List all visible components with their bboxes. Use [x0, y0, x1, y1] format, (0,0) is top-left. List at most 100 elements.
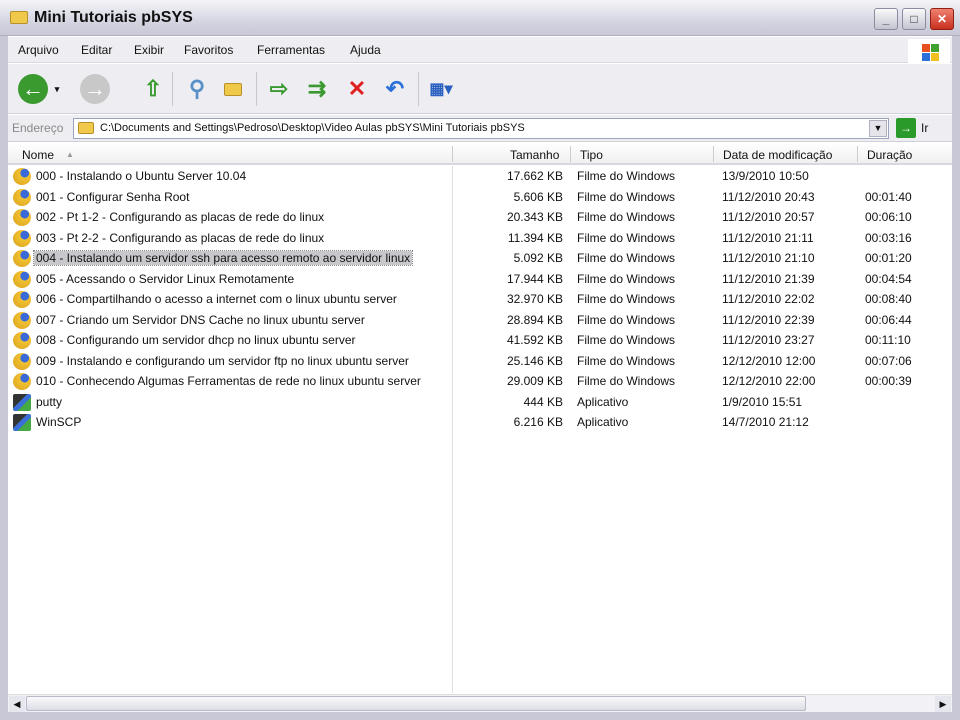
file-type: Aplicativo	[577, 415, 629, 429]
video-file-icon	[13, 168, 31, 185]
minimize-button[interactable]: _	[874, 8, 898, 30]
file-type: Filme do Windows	[577, 333, 676, 347]
file-duration: 00:07:06	[865, 353, 912, 368]
file-type: Filme do Windows	[577, 353, 676, 368]
file-row[interactable]: 010 - Conhecendo Algumas Ferramentas de …	[10, 371, 952, 391]
file-row[interactable]: 002 - Pt 1-2 - Configurando as placas de…	[10, 207, 952, 227]
file-row[interactable]: 009 - Instalando e configurando um servi…	[10, 351, 952, 371]
file-size: 444 KB	[523, 394, 563, 409]
menu-ajuda[interactable]: Ajuda	[350, 43, 381, 57]
file-duration: 00:00:39	[865, 374, 912, 388]
scroll-left-button[interactable]: ◀	[9, 696, 25, 712]
back-dropdown-icon[interactable]: ▾	[50, 74, 64, 104]
windows-logo-icon	[908, 39, 950, 65]
file-row[interactable]: WinSCP 6.216 KB Aplicativo 14/7/2010 21:…	[10, 412, 952, 432]
sort-ascending-icon: ▲	[66, 150, 74, 159]
video-file-icon	[13, 373, 31, 390]
forward-button[interactable]: →	[80, 74, 110, 104]
file-name: 006 - Compartilhando o acesso a internet…	[36, 292, 397, 306]
file-duration: 00:06:10	[865, 210, 912, 224]
video-file-icon	[13, 332, 31, 349]
file-name: WinSCP	[36, 415, 82, 429]
address-dropdown-button[interactable]: ▼	[869, 120, 887, 137]
menu-bar: Arquivo Editar Exibir Favoritos Ferramen…	[0, 37, 960, 63]
file-date: 11/12/2010 22:39	[722, 312, 815, 327]
file-name: 000 - Instalando o Ubuntu Server 10.04	[36, 169, 247, 183]
address-path: C:\Documents and Settings\Pedroso\Deskto…	[100, 122, 525, 134]
file-name: 002 - Pt 1-2 - Configurando as placas de…	[36, 210, 325, 224]
file-date: 11/12/2010 22:02	[722, 292, 815, 306]
column-type[interactable]: Tipo	[580, 148, 603, 162]
file-type: Filme do Windows	[577, 312, 676, 327]
go-arrow-icon[interactable]: →	[896, 118, 916, 138]
folders-button[interactable]	[218, 74, 248, 104]
go-button[interactable]: Ir	[921, 121, 928, 135]
delete-button[interactable]: ✕	[342, 74, 372, 104]
maximize-button[interactable]: □	[902, 8, 926, 30]
video-file-icon	[13, 311, 31, 329]
file-date: 13/9/2010 10:50	[722, 169, 809, 183]
video-file-icon	[13, 209, 31, 226]
toolbar: ← ▾ → ⇧ ⚲ ⇨ ⇉ ✕ ↶ ▦▾	[0, 64, 960, 114]
file-duration: 00:03:16	[865, 230, 912, 245]
file-name: 003 - Pt 2-2 - Configurando as placas de…	[36, 230, 325, 245]
address-bar: Endereço C:\Documents and Settings\Pedro…	[0, 115, 960, 142]
copy-to-button[interactable]: ⇉	[302, 74, 332, 104]
file-row[interactable]: 003 - Pt 2-2 - Configurando as placas de…	[10, 228, 952, 248]
menu-arquivo[interactable]: Arquivo	[18, 43, 59, 57]
address-input[interactable]: C:\Documents and Settings\Pedroso\Deskto…	[73, 118, 889, 139]
file-size: 25.146 KB	[506, 353, 563, 368]
file-name: putty	[36, 394, 63, 409]
column-duration[interactable]: Duração	[867, 148, 912, 162]
menu-ferramentas[interactable]: Ferramentas	[257, 43, 325, 57]
file-date: 14/7/2010 21:12	[722, 415, 809, 429]
column-date[interactable]: Data de modificação	[723, 148, 832, 162]
file-date: 11/12/2010 23:27	[722, 333, 815, 347]
file-row[interactable]: 000 - Instalando o Ubuntu Server 10.04 1…	[10, 166, 952, 186]
back-button[interactable]: ←	[18, 74, 48, 104]
application-icon	[13, 393, 31, 411]
close-button[interactable]: ✕	[930, 8, 954, 30]
window-title: Mini Tutoriais pbSYS	[34, 9, 193, 26]
scroll-right-button[interactable]: ▶	[935, 696, 951, 712]
column-size[interactable]: Tamanho	[510, 148, 559, 162]
file-type: Filme do Windows	[577, 374, 676, 388]
file-name: 001 - Configurar Senha Root	[36, 189, 190, 204]
video-file-icon	[13, 229, 31, 247]
undo-button[interactable]: ↶	[380, 74, 410, 104]
search-button[interactable]: ⚲	[182, 74, 212, 104]
file-type: Filme do Windows	[577, 210, 676, 224]
horizontal-scrollbar[interactable]: ◀ ▶	[8, 694, 952, 712]
file-type: Aplicativo	[577, 394, 629, 409]
file-name: 007 - Criando um Servidor DNS Cache no l…	[36, 312, 365, 327]
column-name[interactable]: Nome	[22, 148, 54, 162]
up-folder-button[interactable]: ⇧	[138, 74, 168, 104]
file-name: 005 - Acessando o Servidor Linux Remotam…	[36, 271, 295, 286]
file-duration: 00:08:40	[865, 292, 912, 306]
file-row[interactable]: putty 444 KB Aplicativo 1/9/2010 15:51	[10, 392, 952, 412]
move-to-button[interactable]: ⇨	[264, 74, 294, 104]
file-row[interactable]: 001 - Configurar Senha Root 5.606 KB Fil…	[10, 187, 952, 207]
video-file-icon	[13, 291, 31, 308]
file-size: 6.216 KB	[513, 415, 563, 429]
file-name: 010 - Conhecendo Algumas Ferramentas de …	[36, 374, 421, 388]
scroll-thumb[interactable]	[26, 696, 806, 711]
file-row[interactable]: 006 - Compartilhando o acesso a internet…	[10, 289, 952, 309]
file-row[interactable]: 005 - Acessando o Servidor Linux Remotam…	[10, 269, 952, 289]
views-button[interactable]: ▦▾	[426, 74, 456, 104]
video-file-icon	[13, 250, 31, 267]
file-type: Filme do Windows	[577, 292, 676, 306]
file-row[interactable]: 008 - Configurando um servidor dhcp no l…	[10, 330, 952, 350]
file-date: 11/12/2010 21:11	[722, 230, 814, 245]
file-size: 29.009 KB	[506, 374, 563, 388]
file-row[interactable]: 004 - Instalando um servidor ssh para ac…	[10, 248, 952, 268]
menu-exibir[interactable]: Exibir	[134, 43, 164, 57]
file-row[interactable]: 007 - Criando um Servidor DNS Cache no l…	[10, 310, 952, 330]
menu-favoritos[interactable]: Favoritos	[184, 43, 233, 57]
file-name: 008 - Configurando um servidor dhcp no l…	[36, 333, 356, 347]
menu-editar[interactable]: Editar	[81, 43, 112, 57]
file-date: 1/9/2010 15:51	[722, 394, 803, 409]
file-size: 5.606 KB	[513, 189, 563, 204]
file-duration: 00:06:44	[865, 312, 912, 327]
video-file-icon	[13, 352, 31, 370]
